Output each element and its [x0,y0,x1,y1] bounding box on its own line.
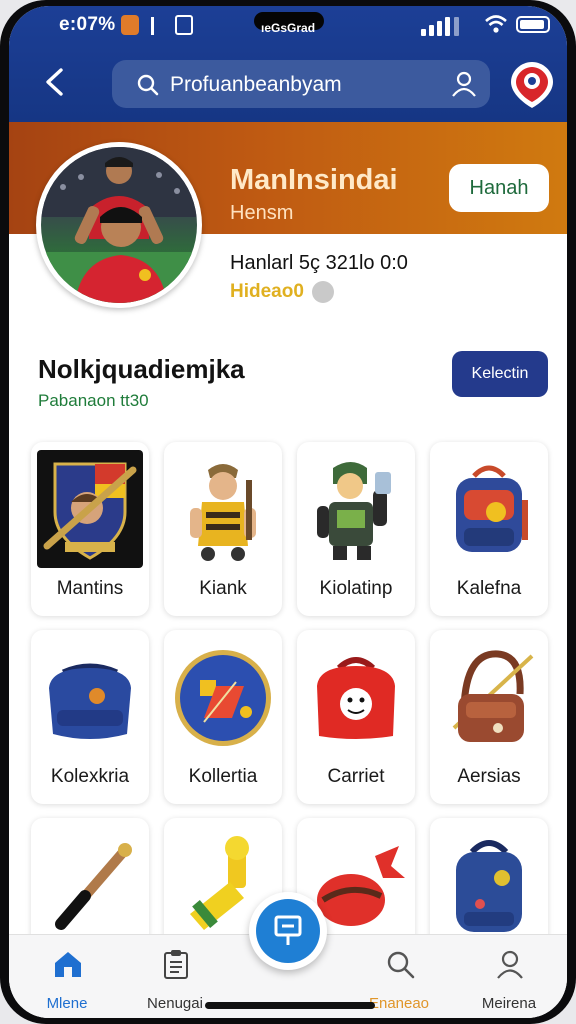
notification-bar-icon [151,17,161,35]
follow-button[interactable]: Hanah [449,164,549,212]
item-card[interactable]: Kolexkria [31,630,149,804]
user-icon[interactable] [450,70,478,98]
profile-icon [497,950,523,979]
wifi-icon [485,15,507,33]
mascot-figure-icon [190,464,256,561]
item-label: Aersias [457,766,521,787]
item-label: Kolexkria [50,766,130,787]
item-card[interactable]: Aersias [430,630,548,804]
screen: e:07% ıeGsGrad Profuanbeanbyam ManInsind… [9,6,567,1018]
search-input[interactable]: Profuanbeanbyam [170,73,342,97]
home-indicator [205,1002,375,1009]
profile-stats: Hanlarl 5ç 321lo 0:0 [230,252,408,274]
status-time: e:07% [59,14,116,35]
profile-subtitle: Hensm [230,202,294,224]
carrier-label: ıeGsGrad [261,21,316,35]
center-action-button[interactable] [249,892,327,970]
player-photo [41,147,197,303]
item-card[interactable]: Kollertia [164,630,282,804]
blue-backpack-icon [456,840,522,932]
baton-icon [55,843,132,930]
blue-bag-icon [49,663,131,739]
section-subtitle: Pabanaon tt30 [38,391,149,410]
badge-icon [175,650,271,746]
item-card[interactable]: Carriet [297,630,415,804]
signal-icon [421,14,461,36]
app-notification-icon [175,15,193,35]
item-label: Carriet [327,766,385,787]
item-label: Mantins [56,578,124,599]
item-card[interactable]: Kalefna [430,442,548,616]
item-label: Kalefna [456,578,522,599]
collection-button[interactable]: Kelectin [452,351,548,397]
item-card[interactable]: Mantins [31,442,149,616]
nav-home[interactable]: Mlene [17,943,117,1018]
shield-crest-icon [37,450,143,568]
profile-tag[interactable]: Hideao0 [230,281,304,303]
crossbody-bag-icon [452,650,534,742]
brand-logo-icon[interactable] [509,60,555,110]
clipboard-icon [164,950,188,979]
notification-icon [121,15,139,35]
nav-profile[interactable]: Meirena [459,943,559,1018]
search-bar[interactable]: Profuanbeanbyam [112,60,490,108]
item-label: Kollertia [188,766,258,787]
search-icon [137,74,159,96]
top-header: e:07% ıeGsGrad Profuanbeanbyam [9,6,567,122]
robot-figure-icon [317,462,391,560]
backpack-icon [456,465,528,552]
item-label: Kiank [199,578,247,599]
back-button[interactable] [37,64,73,100]
item-card[interactable]: Kiolatinp [297,442,415,616]
section-title: Nolkjquadiemjka [38,354,245,384]
item-card[interactable]: Kiank [164,442,282,616]
red-bag-icon [317,657,395,739]
search-icon [387,951,415,979]
phone-frame: e:07% ıeGsGrad Profuanbeanbyam ManInsind… [0,0,576,1024]
nav-home-label: Mlene [46,995,88,1012]
avatar[interactable] [36,142,202,308]
nav-profile-label: Meirena [481,995,537,1012]
add-post-icon [274,915,302,945]
profile-name: ManInsindai [230,164,398,196]
home-icon [55,952,81,977]
status-dot-icon [312,281,334,303]
item-label: Kiolatinp [319,578,393,599]
status-bar: e:07% ıeGsGrad [9,6,567,46]
battery-icon [516,16,550,33]
